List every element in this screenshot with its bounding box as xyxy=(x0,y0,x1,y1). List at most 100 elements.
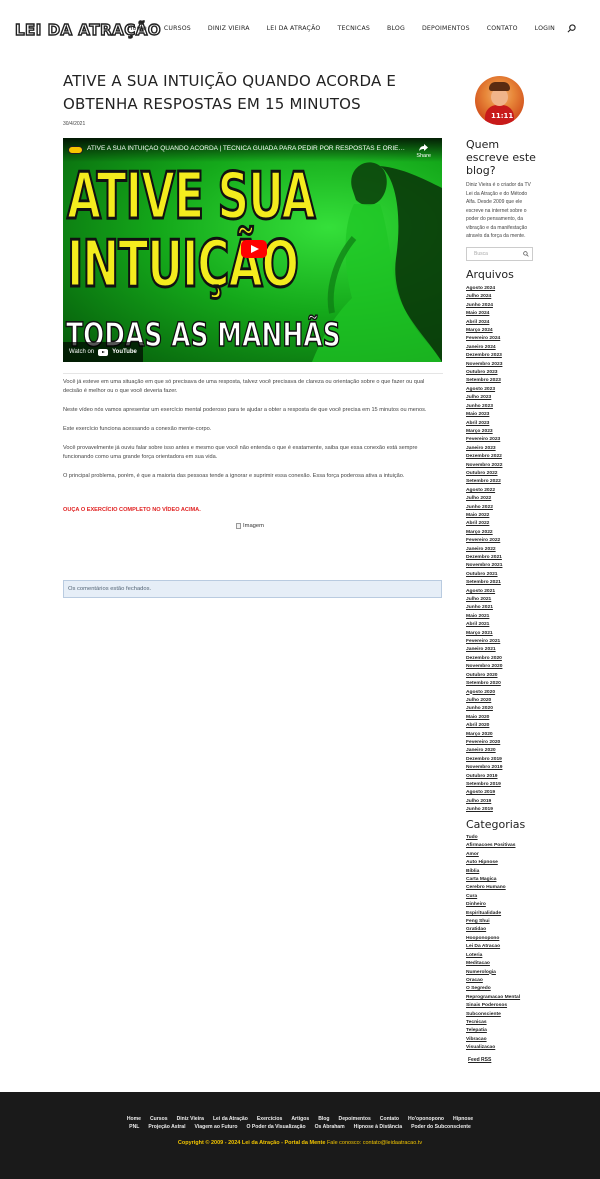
archive-link[interactable]: Dezembro 2021 xyxy=(466,554,502,562)
archive-link[interactable]: Maio 2023 xyxy=(466,411,502,419)
archive-link[interactable]: Fevereiro 2021 xyxy=(466,638,502,646)
archive-link[interactable]: Setembro 2021 xyxy=(466,579,502,587)
archive-link[interactable]: Setembro 2019 xyxy=(466,781,502,789)
archive-link[interactable]: Julho 2021 xyxy=(466,596,502,604)
archive-link[interactable]: Fevereiro 2023 xyxy=(466,436,502,444)
archive-link[interactable]: Abril 2021 xyxy=(466,621,502,629)
footer-link[interactable]: Diniz Vieira xyxy=(177,1116,204,1122)
archive-link[interactable]: Dezembro 2020 xyxy=(466,655,502,663)
category-link[interactable]: Afirmacoes Positivas xyxy=(466,842,520,850)
archive-link[interactable]: Maio 2022 xyxy=(466,512,502,520)
archive-link[interactable]: Março 2022 xyxy=(466,529,502,537)
nav-cursos[interactable]: CURSOS xyxy=(164,25,191,32)
category-link[interactable]: Auto Hipnose xyxy=(466,859,520,867)
archive-link[interactable]: Abril 2023 xyxy=(466,420,502,428)
nav-diniz-vieira[interactable]: DINIZ VIEIRA xyxy=(208,25,250,32)
archive-link[interactable]: Janeiro 2022 xyxy=(466,546,502,554)
footer-link[interactable]: Os Abraham xyxy=(315,1124,345,1130)
archive-link[interactable]: Janeiro 2023 xyxy=(466,445,502,453)
category-link[interactable]: Reprogramacao Mental xyxy=(466,994,520,1002)
archive-link[interactable]: Novembro 2023 xyxy=(466,361,502,369)
nav-login[interactable]: LOGIN xyxy=(535,25,555,32)
category-link[interactable]: Dinheiro xyxy=(466,901,520,909)
archive-link[interactable]: Outubro 2019 xyxy=(466,773,502,781)
footer-link[interactable]: Blog xyxy=(318,1116,329,1122)
watch-on-youtube-button[interactable]: Watch on YouTube xyxy=(63,342,143,362)
archive-link[interactable]: Junho 2020 xyxy=(466,705,502,713)
footer-link[interactable]: Depoimentos xyxy=(339,1116,371,1122)
footer-link[interactable]: Contato xyxy=(380,1116,399,1122)
archive-link[interactable]: Fevereiro 2020 xyxy=(466,739,502,747)
archive-link[interactable]: Março 2020 xyxy=(466,731,502,739)
archive-link[interactable]: Janeiro 2021 xyxy=(466,646,502,654)
category-link[interactable]: Feng Shui xyxy=(466,918,520,926)
footer-link[interactable]: Poder do Subconsciente xyxy=(411,1124,471,1130)
footer-link[interactable]: PNL xyxy=(129,1124,139,1130)
archive-link[interactable]: Dezembro 2019 xyxy=(466,756,502,764)
archive-link[interactable]: Junho 2019 xyxy=(466,806,502,814)
share-button[interactable]: Share xyxy=(416,144,431,159)
archive-link[interactable]: Dezembro 2022 xyxy=(466,453,502,461)
archive-link[interactable]: Março 2024 xyxy=(466,327,502,335)
archive-link[interactable]: Agosto 2021 xyxy=(466,588,502,596)
archive-link[interactable]: Outubro 2020 xyxy=(466,672,502,680)
category-link[interactable]: Cura xyxy=(466,893,520,901)
sidebar-search-input[interactable]: Busca xyxy=(466,247,533,261)
category-link[interactable]: Lei Da Atracao xyxy=(466,943,520,951)
category-link[interactable]: Vibracao xyxy=(466,1036,520,1044)
contact-text[interactable]: Fale conosco: contato@leidaatracao.tv xyxy=(327,1140,422,1146)
archive-link[interactable]: Agosto 2023 xyxy=(466,386,502,394)
category-link[interactable]: Telepatia xyxy=(466,1027,520,1035)
footer-link[interactable]: Artigos xyxy=(291,1116,309,1122)
category-link[interactable]: Tudo xyxy=(466,834,520,842)
category-link[interactable]: Gratidao xyxy=(466,926,520,934)
footer-link[interactable]: O Poder da Visualização xyxy=(246,1124,305,1130)
archive-link[interactable]: Julho 2020 xyxy=(466,697,502,705)
footer-link[interactable]: Projeção Astral xyxy=(148,1124,185,1130)
archive-link[interactable]: Março 2023 xyxy=(466,428,502,436)
category-link[interactable]: Loteria xyxy=(466,952,520,960)
footer-link[interactable]: Home xyxy=(127,1116,141,1122)
archive-link[interactable]: Agosto 2024 xyxy=(466,285,502,293)
archive-link[interactable]: Março 2021 xyxy=(466,630,502,638)
category-link[interactable]: O Segredo xyxy=(466,985,520,993)
archive-link[interactable]: Setembro 2022 xyxy=(466,478,502,486)
category-link[interactable]: Espiritualidade xyxy=(466,910,520,918)
archive-link[interactable]: Abril 2024 xyxy=(466,319,502,327)
play-button[interactable] xyxy=(241,240,267,258)
archive-link[interactable]: Junho 2022 xyxy=(466,504,502,512)
category-link[interactable]: Amor xyxy=(466,851,520,859)
archive-link[interactable]: Agosto 2019 xyxy=(466,789,502,797)
archive-link[interactable]: Abril 2020 xyxy=(466,722,502,730)
archive-link[interactable]: Agosto 2022 xyxy=(466,487,502,495)
category-link[interactable]: Cerebro Humano xyxy=(466,884,520,892)
youtube-video-embed[interactable]: ATIVE SUA INTUIÇÃO TODAS AS MANHÃS ATIVE… xyxy=(63,138,442,362)
archive-link[interactable]: Agosto 2020 xyxy=(466,689,502,697)
category-link[interactable]: Hooponopono xyxy=(466,935,520,943)
category-link[interactable]: Numerologia xyxy=(466,969,520,977)
category-link[interactable]: Meditacao xyxy=(466,960,520,968)
archive-link[interactable]: Setembro 2020 xyxy=(466,680,502,688)
archive-link[interactable]: Junho 2021 xyxy=(466,604,502,612)
archive-link[interactable]: Julho 2024 xyxy=(466,293,502,301)
archive-link[interactable]: Fevereiro 2024 xyxy=(466,335,502,343)
archive-link[interactable]: Dezembro 2023 xyxy=(466,352,502,360)
archive-link[interactable]: Janeiro 2024 xyxy=(466,344,502,352)
footer-link[interactable]: Lei da Atração xyxy=(213,1116,248,1122)
footer-link[interactable]: Cursos xyxy=(150,1116,168,1122)
archive-link[interactable]: Maio 2021 xyxy=(466,613,502,621)
nav-blog[interactable]: BLOG xyxy=(387,25,405,32)
category-link[interactable]: Oracao xyxy=(466,977,520,985)
footer-link[interactable]: Exercícios xyxy=(257,1116,283,1122)
archive-link[interactable]: Janeiro 2020 xyxy=(466,747,502,755)
category-link[interactable]: Subconsciente xyxy=(466,1011,520,1019)
category-link[interactable]: Bíblia xyxy=(466,868,520,876)
archive-link[interactable]: Maio 2024 xyxy=(466,310,502,318)
video-title[interactable]: ATIVE A SUA INTUIÇÃO QUANDO ACORDA | TÉC… xyxy=(87,145,407,152)
footer-link[interactable]: Hipnose à Distância xyxy=(354,1124,402,1130)
category-link[interactable]: Tecnicas xyxy=(466,1019,520,1027)
archive-link[interactable]: Julho 2023 xyxy=(466,394,502,402)
category-link[interactable]: Sinais Poderosos xyxy=(466,1002,520,1010)
archive-link[interactable]: Novembro 2019 xyxy=(466,764,502,772)
archive-link[interactable]: Fevereiro 2022 xyxy=(466,537,502,545)
